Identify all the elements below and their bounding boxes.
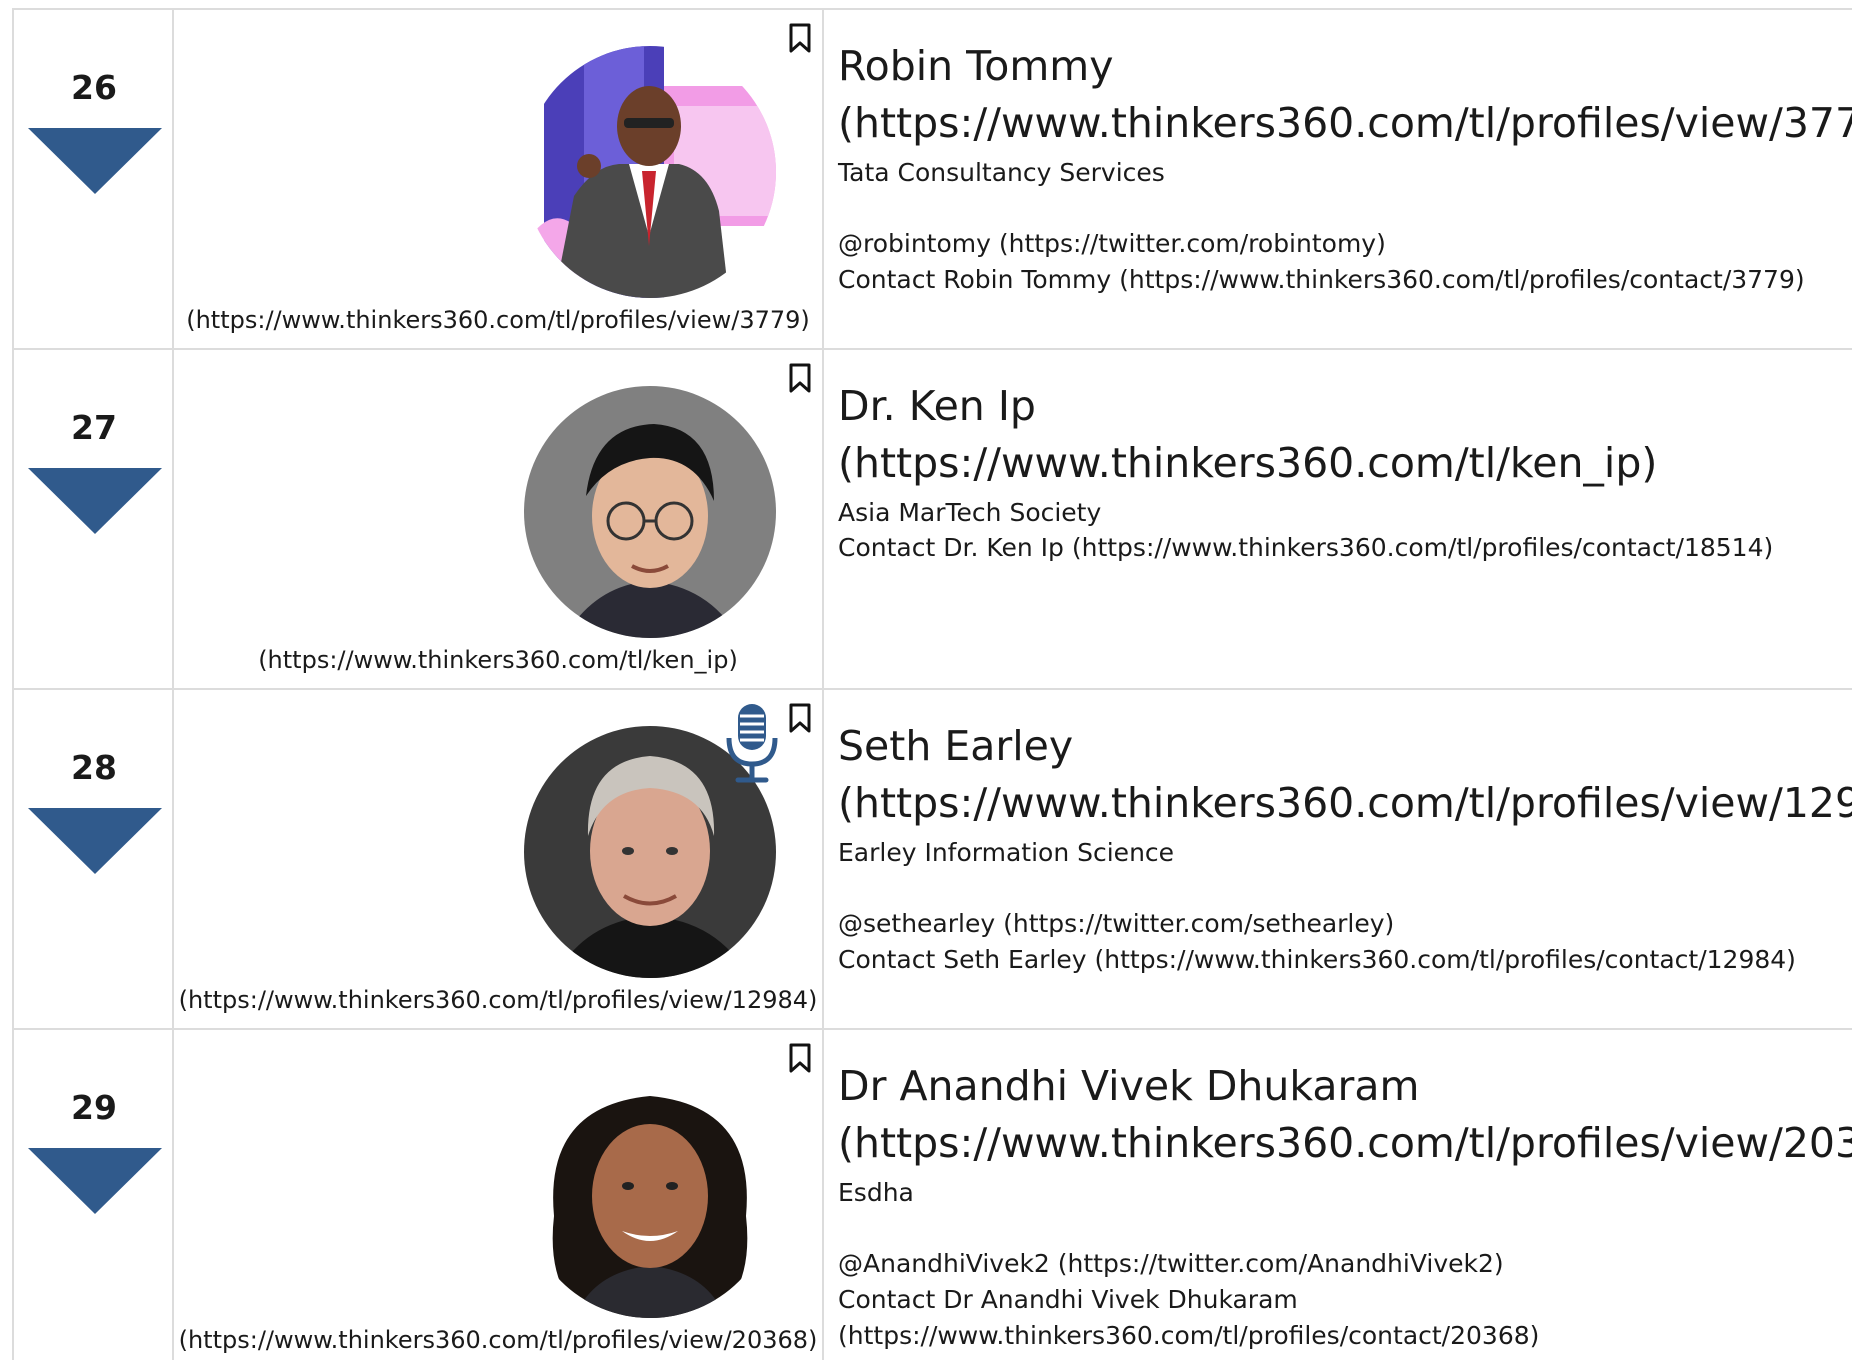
twitter-link[interactable]: @AnandhiVivek2 (https://twitter.com/Anan… (838, 1246, 1852, 1282)
rank-cell: 28 (12, 690, 174, 1028)
info-cell: Seth Earley (https://www.thinkers360.com… (824, 690, 1852, 1028)
name-link[interactable]: Dr. Ken Ip (https://www.thinkers360.com/… (838, 378, 1852, 492)
photo-link[interactable]: (https://www.thinkers360.com/tl/profiles… (174, 1326, 822, 1354)
contact-link[interactable]: Contact Seth Earley (https://www.thinker… (838, 942, 1852, 978)
rank-cell: 27 (12, 350, 174, 688)
avatar[interactable] (524, 1066, 776, 1318)
photo-link[interactable]: (https://www.thinkers360.com/tl/ken_ip) (174, 646, 822, 674)
twitter-link[interactable]: @sethearley (https://twitter.com/sethear… (838, 906, 1852, 942)
table-row: 28 (https://www.thinkers360.com/tl/profi… (12, 690, 1852, 1030)
organization: Asia MarTech Society (838, 498, 1102, 527)
info-cell: Robin Tommy (https://www.thinkers360.com… (824, 10, 1852, 348)
table-row: 26 (https://www.thinkers360.com/tl/profi… (12, 10, 1852, 350)
down-triangle-icon (28, 128, 162, 194)
contact-link[interactable]: Contact Dr. Ken Ip (https://www.thinkers… (838, 530, 1852, 566)
name-link[interactable]: Seth Earley (https://www.thinkers360.com… (838, 718, 1852, 832)
photo-link[interactable]: (https://www.thinkers360.com/tl/profiles… (174, 306, 822, 334)
microphone-icon[interactable] (724, 702, 780, 786)
table-row: 29 (https://www.thinkers360.com/tl/profi… (12, 1030, 1852, 1360)
table-row: 27 (https://www.thinkers360.com/tl/ken_i… (12, 350, 1852, 690)
rank-cell: 29 (12, 1030, 174, 1360)
rank-number: 29 (71, 1088, 117, 1127)
photo-cell: (https://www.thinkers360.com/tl/profiles… (174, 1030, 824, 1360)
avatar[interactable] (524, 46, 776, 298)
rank-number: 26 (71, 68, 117, 107)
rank-cell: 26 (12, 10, 174, 348)
down-triangle-icon (28, 808, 162, 874)
info-cell: Dr. Ken Ip (https://www.thinkers360.com/… (824, 350, 1852, 688)
down-triangle-icon (28, 1148, 162, 1214)
rank-number: 27 (71, 408, 117, 447)
photo-cell: (https://www.thinkers360.com/tl/ken_ip) (174, 350, 824, 688)
twitter-link[interactable]: @robintomy (https://twitter.com/robintom… (838, 226, 1852, 262)
rank-number: 28 (71, 748, 117, 787)
down-triangle-icon (28, 468, 162, 534)
bookmark-icon[interactable] (788, 362, 812, 394)
bookmark-icon[interactable] (788, 1042, 812, 1074)
organization: Tata Consultancy Services (838, 158, 1165, 187)
leaderboard-table: 26 (https://www.thinkers360.com/tl/profi… (12, 8, 1852, 1360)
bookmark-icon[interactable] (788, 22, 812, 54)
photo-cell: (https://www.thinkers360.com/tl/profiles… (174, 690, 824, 1028)
avatar[interactable] (524, 386, 776, 638)
organization: Esdha (838, 1178, 914, 1207)
bookmark-icon[interactable] (788, 702, 812, 734)
photo-cell: (https://www.thinkers360.com/tl/profiles… (174, 10, 824, 348)
name-link[interactable]: Robin Tommy (https://www.thinkers360.com… (838, 38, 1852, 152)
info-cell: Dr Anandhi Vivek Dhukaram (https://www.t… (824, 1030, 1852, 1360)
contact-link[interactable]: Contact Robin Tommy (https://www.thinker… (838, 262, 1852, 298)
contact-link[interactable]: Contact Dr Anandhi Vivek Dhukaram (https… (838, 1282, 1539, 1354)
organization: Earley Information Science (838, 838, 1175, 867)
photo-link[interactable]: (https://www.thinkers360.com/tl/profiles… (174, 986, 822, 1014)
name-link[interactable]: Dr Anandhi Vivek Dhukaram (https://www.t… (838, 1058, 1852, 1172)
